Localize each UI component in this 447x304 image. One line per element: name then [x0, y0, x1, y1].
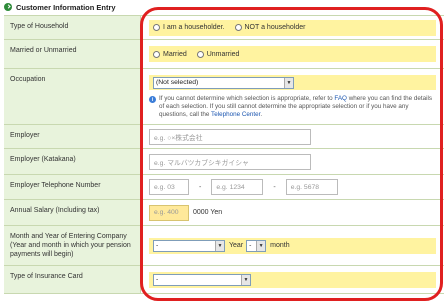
employer-kana-input[interactable]: e.g. マルバツカブシキガイシャ — [149, 153, 311, 170]
household-radio-group: I am a householder. NOT a householder — [149, 19, 436, 36]
telephone-center-link[interactable]: Telephone Center — [211, 111, 260, 118]
occupation-band: (Not selected) ▼ — [149, 75, 436, 90]
employer-kana-field: e.g. マルバツカブシキガイシャ — [141, 149, 444, 174]
salary-label: Annual Salary (Including tax) — [4, 200, 141, 225]
section-header: Customer Information Entry — [0, 0, 447, 14]
radio-not-householder[interactable]: NOT a householder — [234, 24, 306, 31]
entering-label: Month and Year of Entering Company (Year… — [4, 226, 141, 265]
radio-unmarried[interactable]: Unmarried — [196, 50, 240, 58]
faq-link[interactable]: FAQ — [334, 95, 347, 102]
radio-householder[interactable]: I am a householder. — [153, 24, 225, 31]
marital-label: Married or Unmarried — [4, 40, 141, 68]
insurance-selected-value: - — [156, 276, 159, 283]
occupation-select[interactable]: (Not selected) ▼ — [153, 76, 294, 89]
insurance-select[interactable]: - ▼ — [153, 273, 251, 286]
phone-part1-input[interactable]: e.g. 03 — [149, 179, 189, 195]
employer-field: e.g. ○×株式会社 — [141, 125, 444, 148]
household-field: I am a householder. NOT a householder — [141, 16, 444, 39]
occupation-field: (Not selected) ▼ i If you cannot determi… — [141, 69, 444, 124]
row-employer-phone: Employer Telephone Number e.g. 03 - e.g.… — [4, 175, 444, 200]
info-icon: i — [149, 96, 156, 103]
month-selected-value: - — [249, 242, 252, 249]
occupation-label: Occupation — [4, 69, 141, 124]
marital-field: Married Unmarried — [141, 40, 444, 68]
entering-field: - ▼ Year - ▼ month — [141, 226, 444, 265]
dropdown-arrow-icon[interactable]: ▼ — [215, 240, 224, 251]
phone-separator: - — [199, 183, 202, 191]
row-salary: Annual Salary (Including tax) e.g. 400 0… — [4, 200, 444, 226]
dropdown-arrow-icon[interactable]: ▼ — [284, 77, 293, 88]
insurance-band: - ▼ — [149, 271, 436, 288]
entering-band: - ▼ Year - ▼ month — [149, 237, 436, 254]
occupation-info: i If you cannot determine which selectio… — [149, 95, 436, 119]
employer-phone-label: Employer Telephone Number — [4, 175, 141, 199]
year-label: Year — [229, 242, 244, 249]
row-employer-kana: Employer (Katakana) e.g. マルバツカブシキガイシャ — [4, 149, 444, 175]
month-select[interactable]: - ▼ — [246, 239, 267, 252]
year-select[interactable]: - ▼ — [153, 239, 225, 252]
row-occupation: Occupation (Not selected) ▼ i If you can… — [4, 69, 444, 125]
occupation-selected-value: (Not selected) — [156, 79, 199, 86]
row-employer: Employer e.g. ○×株式会社 — [4, 125, 444, 149]
phone-part2-input[interactable]: e.g. 1234 — [211, 179, 264, 195]
customer-info-form: Type of Household I am a householder. NO… — [4, 15, 444, 294]
dropdown-arrow-icon[interactable]: ▼ — [256, 240, 266, 251]
row-entering: Month and Year of Entering Company (Year… — [4, 226, 444, 266]
year-selected-value: - — [156, 242, 159, 249]
insurance-field: - ▼ — [141, 266, 444, 293]
row-household: Type of Household I am a householder. NO… — [4, 16, 444, 40]
row-marital: Married or Unmarried Married Unmarried — [4, 40, 444, 69]
occupation-info-text: If you cannot determine which selection … — [159, 95, 433, 118]
row-insurance: Type of Insurance Card - ▼ — [4, 266, 444, 294]
radio-icon[interactable] — [153, 50, 160, 58]
household-label: Type of Household — [4, 16, 141, 39]
employer-label: Employer — [4, 125, 141, 148]
month-label: month — [270, 242, 290, 249]
salary-input[interactable]: e.g. 400 — [149, 204, 189, 221]
radio-icon[interactable] — [153, 24, 160, 31]
radio-icon[interactable] — [196, 50, 204, 58]
insurance-label: Type of Insurance Card — [4, 266, 141, 293]
dropdown-arrow-icon[interactable]: ▼ — [241, 274, 250, 285]
radio-married-label: Married — [163, 50, 187, 58]
salary-unit: 0000 Yen — [193, 209, 223, 216]
radio-unmarried-label: Unmarried — [206, 50, 240, 58]
radio-married[interactable]: Married — [153, 50, 187, 58]
marital-radio-group: Married Unmarried — [149, 46, 436, 62]
radio-householder-label: I am a householder. — [163, 24, 225, 31]
check-circle-icon — [4, 3, 12, 11]
phone-part3-input[interactable]: e.g. 5678 — [285, 179, 338, 195]
phone-separator: - — [273, 183, 276, 191]
employer-kana-label: Employer (Katakana) — [4, 149, 141, 174]
salary-field: e.g. 400 0000 Yen — [141, 200, 444, 225]
employer-input[interactable]: e.g. ○×株式会社 — [149, 128, 311, 145]
section-title: Customer Information Entry — [16, 2, 116, 12]
radio-icon[interactable] — [234, 24, 242, 31]
employer-phone-field: e.g. 03 - e.g. 1234 - e.g. 5678 — [141, 175, 444, 199]
radio-not-householder-label: NOT a householder — [244, 24, 306, 31]
